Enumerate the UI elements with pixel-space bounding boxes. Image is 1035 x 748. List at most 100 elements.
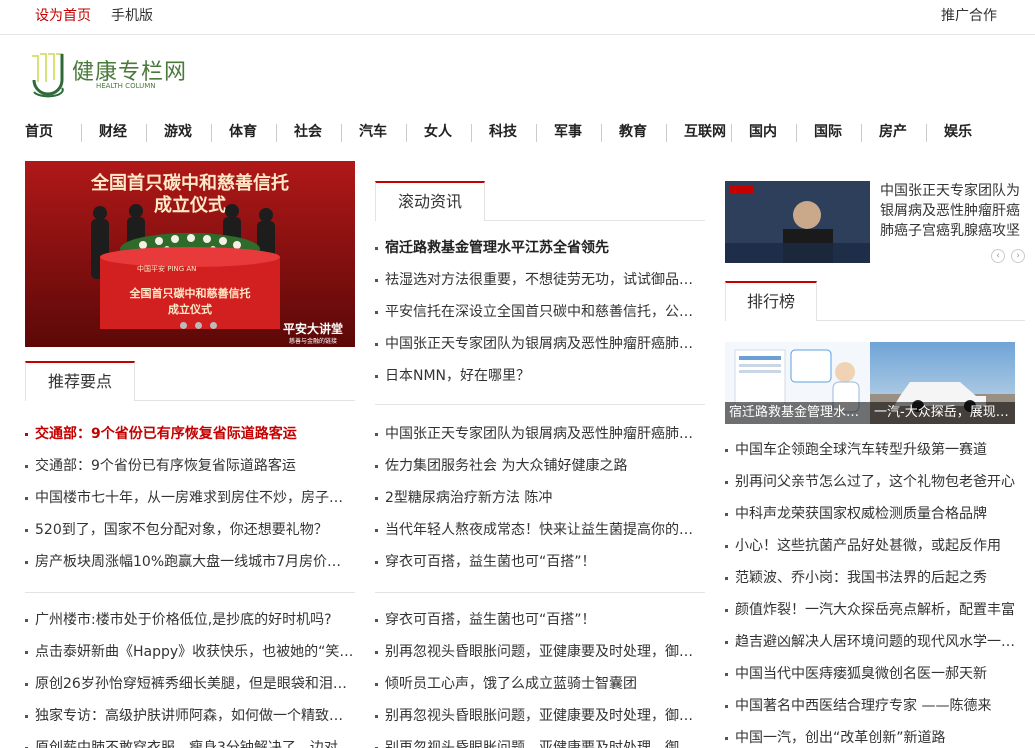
news-list-item[interactable]: 倾听员工心声，饿了么成立蓝骑士智囊团	[375, 668, 705, 700]
feature-title[interactable]: 中国张正天专家团队为银屑病及恶性肿瘤肝癌肺癌子宫癌乳腺癌攻坚	[880, 181, 1025, 241]
news-divider-2	[375, 592, 705, 593]
nav-separator	[471, 124, 472, 142]
headline-slider[interactable]: 全国首只碳中和慈善信托 成立仪式 中国平安 PING AN 全国首只碳中和慈善信…	[25, 161, 355, 347]
ranking-list-item[interactable]: 中国当代中医痔瘘狐臭微创名医一郝天新	[725, 658, 1025, 690]
nav-item-13[interactable]: 房产	[879, 121, 907, 141]
nav-separator	[926, 124, 927, 142]
set-homepage-link[interactable]: 设为首页	[35, 5, 91, 25]
news-list-c: 穿衣可百搭，益生菌也可“百搭”！ 别再忽视头昏眼胀问题，亚健康要及时处理，御品膏方…	[375, 604, 705, 748]
nav-separator	[146, 124, 147, 142]
news-list-item[interactable]: 中国张正天专家团队为银屑病及恶性肿瘤肝癌肺癌攻坚	[375, 328, 705, 360]
ranking-list-item[interactable]: 趋吉避凶解决人居环境问题的现代风水学一李文鑫	[725, 626, 1025, 658]
nav-item-11[interactable]: 国内	[749, 121, 777, 141]
nav-item-10[interactable]: 互联网	[684, 121, 726, 141]
nav-item-8[interactable]: 军事	[554, 121, 582, 141]
news-list-item[interactable]: 中国张正天专家团队为银屑病及恶性肿瘤肝癌肺癌攻坚	[375, 418, 705, 450]
recommend-list-item[interactable]: 520到了，国家不包分配对象，你还想要礼物？	[25, 514, 355, 546]
mobile-version-link[interactable]: 手机版	[111, 5, 153, 25]
ranking-list: 中国车企领跑全球汽车转型升级第一赛道 别再问父亲节怎么过了，这个礼物包老爸开心 中科…	[725, 434, 1025, 748]
promotion-link[interactable]: 推广合作	[941, 5, 997, 25]
nav-item-2[interactable]: 游戏	[164, 121, 192, 141]
slider-badge: 平安大讲堂	[283, 321, 343, 336]
news-list-item[interactable]: 佐力集团服务社会 为大众铺好健康之路	[375, 450, 705, 482]
recommend-list-item[interactable]: 原创26岁孙怡穿短裤秀细长美腿，但是眼袋和泪沟很明显	[25, 668, 355, 700]
feature-prev-button[interactable]: ‹	[991, 249, 1005, 263]
nav-item-0[interactable]: 首页	[25, 121, 53, 141]
tab-recommend[interactable]: 推荐要点	[25, 361, 135, 401]
news-list-item[interactable]: 平安信托在深设立全国首只碳中和慈善信托，公益助力	[375, 296, 705, 328]
recommend-list-item[interactable]: 中国楼市七十年，从一房难求到房住不炒，房子越来越多	[25, 482, 355, 514]
nav-separator	[666, 124, 667, 142]
nav-separator	[601, 124, 602, 142]
news-header: 滚动资讯	[375, 181, 705, 221]
feature-next-button[interactable]: ›	[1011, 249, 1025, 263]
news-list-item[interactable]: 日本NMN，好在哪里？	[375, 360, 705, 392]
ranking-list-item[interactable]: 范颖波、乔小岗：我国书法界的后起之秀	[725, 562, 1025, 594]
logo-j-icon	[32, 53, 64, 98]
slider-headline: 全国首只碳中和慈善信托	[90, 172, 289, 194]
news-list-item[interactable]: 当代年轻人熬夜成常态！快来让益生菌提高你的体质	[375, 514, 705, 546]
nav-item-3[interactable]: 体育	[229, 121, 257, 141]
nav-item-1[interactable]: 财经	[99, 121, 127, 141]
nav-item-7[interactable]: 科技	[489, 121, 517, 141]
nav-separator	[536, 124, 537, 142]
recommend-list-item[interactable]: 房产板块周涨幅10%跑赢大盘一线城市7月房价加速上涨	[25, 546, 355, 578]
news-list-item[interactable]: 宿迁路救基金管理水平江苏全省领先	[375, 232, 705, 264]
recommend-list-item[interactable]: 广州楼市:楼市处于价格低位,是抄底的好时机吗?	[25, 604, 355, 636]
recommend-list-item[interactable]: 独家专访：高级护肤讲师阿森，如何做一个精致的女人	[25, 700, 355, 732]
nav-item-4[interactable]: 社会	[294, 121, 322, 141]
ranking-thumb-2[interactable]: 一汽-大众探岳，展现出众实力	[870, 342, 1015, 424]
nav-separator	[406, 124, 407, 142]
recommend-list-item[interactable]: 原创薪中肺不敢穿衣服，瘦身3分钟解决了，边对比效果	[25, 732, 355, 748]
news-list-item[interactable]: 别再忽视头昏眼胀问题，亚健康要及时处理，御品膏方	[375, 636, 705, 668]
slider-badge-sub: 慈善与金融的链接	[289, 337, 337, 345]
news-list-b: 中国张正天专家团队为银屑病及恶性肿瘤肝癌肺癌攻坚 佐力集团服务社会 为大众铺好健康…	[375, 418, 705, 578]
top-bar: 设为首页 手机版 推广合作	[0, 0, 1035, 35]
ranking-list-item[interactable]: 小心！这些抗菌产品好处甚微，或起反作用	[725, 530, 1025, 562]
ranking-list-item[interactable]: 中国著名中西医结合理疗专家 ——陈德来	[725, 690, 1025, 722]
tab-scroll-news[interactable]: 滚动资讯	[375, 181, 485, 221]
ranking-thumb-1[interactable]: 宿迁路救基金管理水平江苏全省领先	[725, 342, 870, 424]
recommend-header: 推荐要点	[25, 361, 355, 401]
nav-item-6[interactable]: 女人	[424, 121, 452, 141]
recommend-list-item[interactable]: 交通部：9个省份已有序恢复省际道路客运	[25, 418, 355, 450]
slider-dot[interactable]	[180, 322, 187, 329]
recommend-list-b: 广州楼市:楼市处于价格低位,是抄底的好时机吗? 点击泰妍新曲《Happy》收获快乐…	[25, 604, 355, 748]
nav-item-9[interactable]: 教育	[619, 121, 647, 141]
ranking-list-item[interactable]: 中科声龙荣获国家权威检测质量合格品牌	[725, 498, 1025, 530]
slider-dot[interactable]	[195, 322, 202, 329]
nav-item-5[interactable]: 汽车	[359, 121, 387, 141]
ranking-thumb-1-caption: 宿迁路救基金管理水平江苏全省领先	[725, 402, 870, 424]
feature-photo	[725, 181, 870, 263]
news-list-item[interactable]: 祛湿选对方法很重要，不想徒劳无功，试试御品膏方	[375, 264, 705, 296]
tab-ranking[interactable]: 排行榜	[725, 281, 817, 321]
news-divider-1	[375, 404, 705, 405]
nav-separator	[81, 124, 82, 142]
slider-drum-line-1: 全国首只碳中和慈善信托	[129, 286, 251, 300]
news-list-a: 宿迁路救基金管理水平江苏全省领先 祛湿选对方法很重要，不想徒劳无功，试试御品膏方平…	[375, 232, 705, 392]
logo-subtitle: HEALTH COLUMN	[96, 82, 156, 90]
slider-sponsor: 中国平安 PING AN	[137, 264, 196, 273]
ranking-list-item[interactable]: 中国一汽，创出“改革创新”新道路	[725, 722, 1025, 748]
feature-image[interactable]	[725, 181, 870, 263]
nav-separator	[276, 124, 277, 142]
ranking-list-item[interactable]: 颜值炸裂！一汽大众探岳亮点解析，配置丰富	[725, 594, 1025, 626]
news-list-item[interactable]: 别再忽视头昏眼胀问题，亚健康要及时处理，御品膏方	[375, 700, 705, 732]
nav-item-14[interactable]: 娱乐	[944, 121, 972, 141]
nav-separator	[211, 124, 212, 142]
news-list-item[interactable]: 2型糖尿病治疗新方法 陈冲	[375, 482, 705, 514]
news-list-item[interactable]: 别再忽视头昏眼胀问题，亚健康要及时处理，御品膏方	[375, 732, 705, 748]
recommend-list-item[interactable]: 交通部：9个省份已有序恢复省际道路客运	[25, 450, 355, 482]
slider-drum-line-2: 成立仪式	[168, 302, 212, 316]
nav-item-12[interactable]: 国际	[814, 121, 842, 141]
site-logo[interactable]: 健康专栏网 HEALTH COLUMN	[28, 50, 198, 100]
nav-separator	[796, 124, 797, 142]
news-list-item[interactable]: 穿衣可百搭，益生菌也可“百搭”！	[375, 546, 705, 578]
recommend-list-item[interactable]: 点击泰妍新曲《Happy》收获快乐，也被她的“笑容”治愈	[25, 636, 355, 668]
ranking-thumb-2-caption: 一汽-大众探岳，展现出众实力	[870, 402, 1015, 424]
news-list-item[interactable]: 穿衣可百搭，益生菌也可“百搭”！	[375, 604, 705, 636]
slider-dot[interactable]	[210, 322, 217, 329]
ranking-list-item[interactable]: 中国车企领跑全球汽车转型升级第一赛道	[725, 434, 1025, 466]
ranking-list-item[interactable]: 别再问父亲节怎么过了，这个礼物包老爸开心	[725, 466, 1025, 498]
nav-separator	[341, 124, 342, 142]
